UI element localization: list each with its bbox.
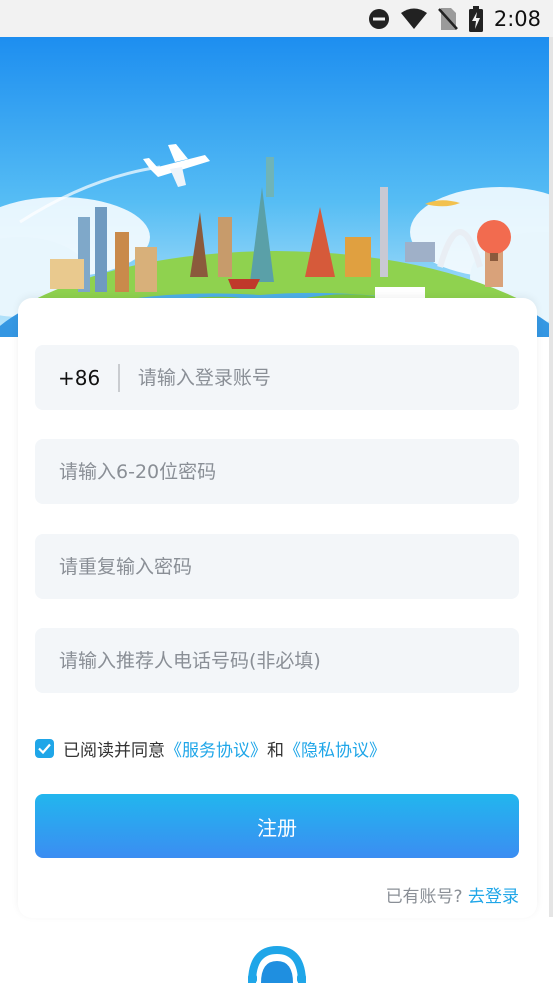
repeat-password-input[interactable] bbox=[35, 534, 519, 599]
world-landmarks-illustration bbox=[0, 37, 553, 337]
account-field[interactable]: +86 bbox=[35, 345, 519, 410]
scrollbar[interactable] bbox=[549, 37, 553, 917]
password-field[interactable] bbox=[35, 439, 519, 504]
checkmark-icon bbox=[38, 743, 51, 754]
register-card: +86 已阅读并同意 《服务协议》 和 《隐私协议》 注册 已有账号? 去登录 bbox=[18, 298, 537, 918]
go-login-link[interactable]: 去登录 bbox=[468, 887, 519, 907]
battery-charging-icon bbox=[468, 5, 483, 32]
repeat-password-field[interactable] bbox=[35, 534, 519, 599]
referrer-field[interactable] bbox=[35, 628, 519, 693]
wifi-icon bbox=[400, 8, 427, 29]
no-sim-icon bbox=[437, 7, 458, 30]
login-question: 已有账号? bbox=[385, 887, 463, 907]
agreement-checkbox[interactable] bbox=[35, 738, 54, 758]
customer-service-icon[interactable] bbox=[246, 944, 308, 983]
privacy-agreement-link[interactable]: 《隐私协议》 bbox=[284, 736, 386, 761]
do-not-disturb-icon bbox=[368, 8, 389, 29]
password-input[interactable] bbox=[35, 439, 519, 504]
service-agreement-link[interactable]: 《服务协议》 bbox=[165, 736, 267, 761]
referrer-phone-input[interactable] bbox=[35, 628, 519, 693]
login-prompt: 已有账号? 去登录 bbox=[386, 882, 519, 907]
account-input[interactable] bbox=[119, 345, 519, 410]
country-code-selector[interactable]: +86 bbox=[35, 366, 118, 390]
hero-banner bbox=[0, 37, 553, 337]
status-bar: 2:08 bbox=[0, 0, 553, 37]
register-button[interactable]: 注册 bbox=[35, 794, 519, 858]
status-icons: 2:08 bbox=[368, 0, 541, 37]
agreement-row: 已阅读并同意 《服务协议》 和 《隐私协议》 bbox=[35, 736, 386, 761]
agreement-conjunction: 和 bbox=[267, 740, 284, 761]
status-time: 2:08 bbox=[493, 6, 541, 31]
agreement-text: 已阅读并同意 bbox=[63, 740, 165, 761]
